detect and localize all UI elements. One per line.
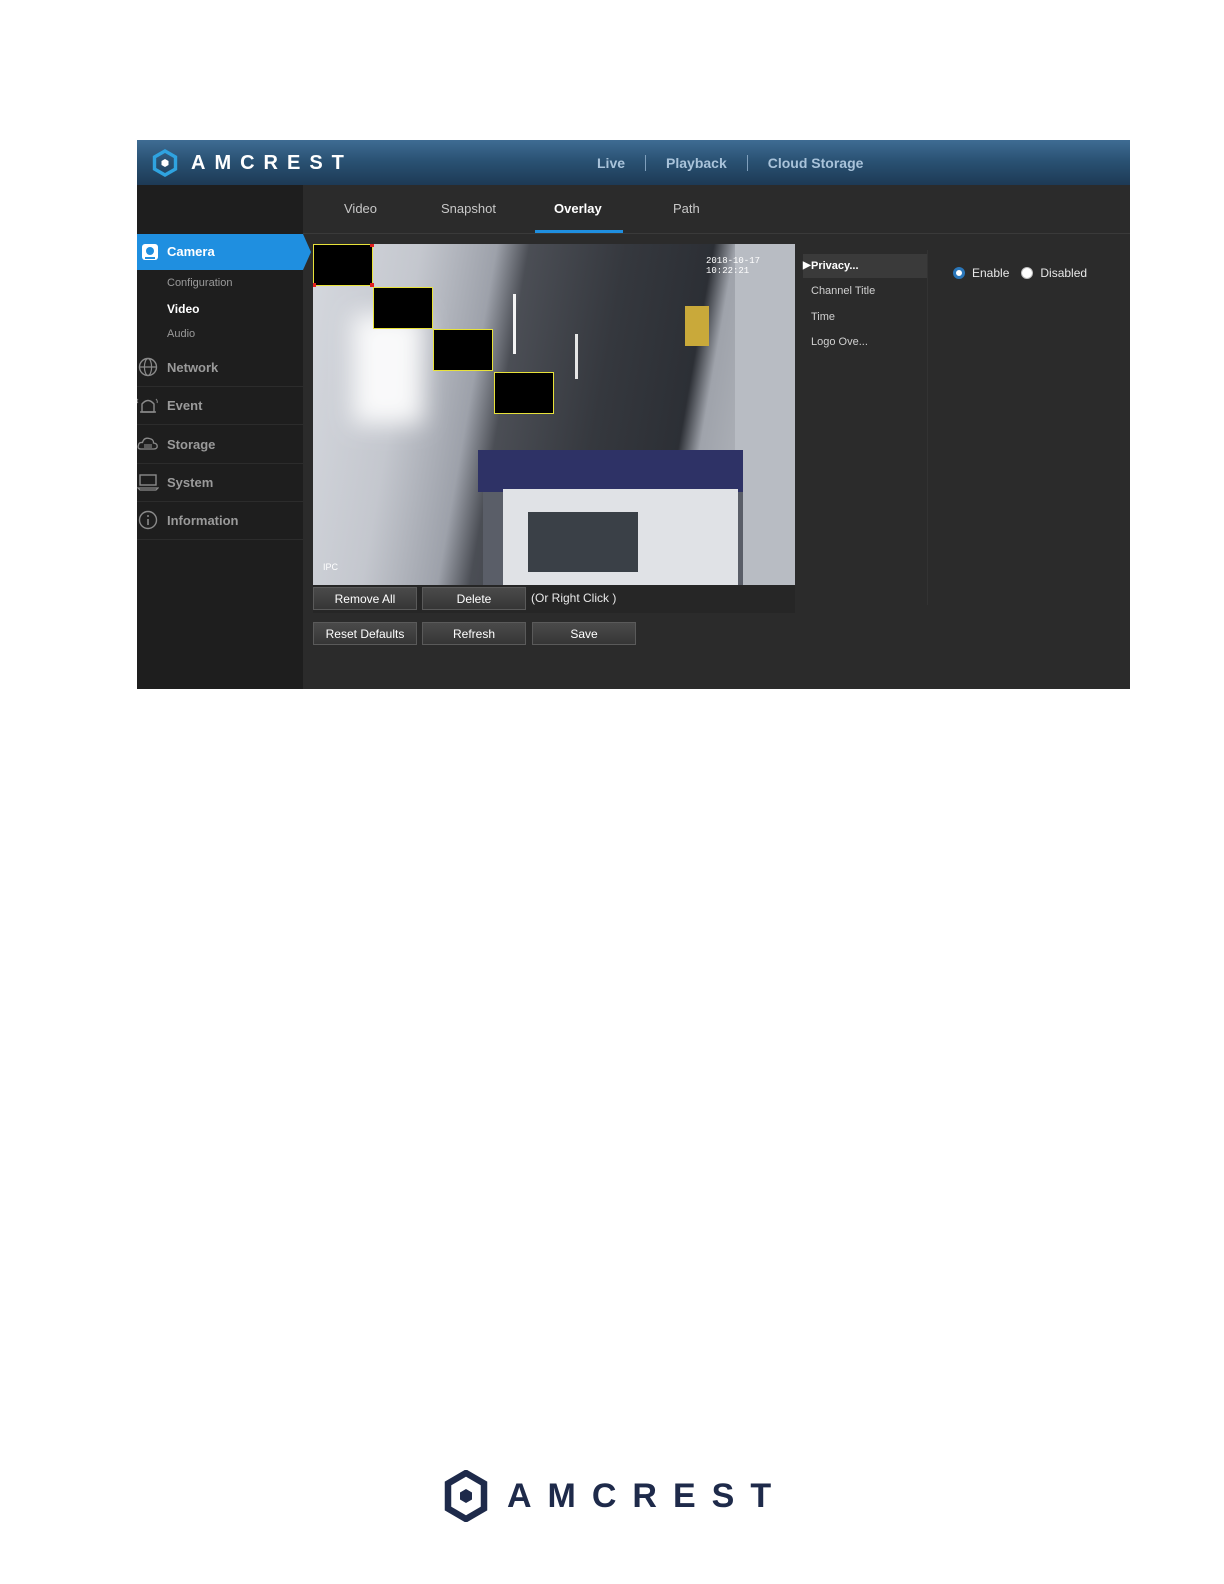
sidebar-item-label: Storage <box>167 437 216 452</box>
sidebar-item-label: Network <box>167 360 219 375</box>
tab-video[interactable]: Video <box>344 201 377 216</box>
overlay-item-label: Logo Ove... <box>811 336 868 348</box>
sidebar-sub-audio[interactable]: Audio <box>167 328 195 340</box>
radio-label: Enable <box>972 266 1010 280</box>
privacy-mask-3[interactable] <box>433 329 493 371</box>
network-globe-icon <box>138 357 158 377</box>
privacy-mask-1[interactable] <box>313 244 374 287</box>
overlay-type-list: ▶ Privacy... Channel Title Time Logo Ove… <box>803 250 927 600</box>
sidebar-item-system[interactable]: System <box>137 463 303 502</box>
video-channel-label: IPC <box>323 562 339 572</box>
nav-playback[interactable]: Playback <box>646 155 747 171</box>
sidebar-item-information[interactable]: Information <box>137 501 303 540</box>
sidebar-item-label: Event <box>167 398 203 413</box>
save-button[interactable]: Save <box>532 622 636 645</box>
overlay-item-label: Privacy... <box>811 260 859 272</box>
privacy-mask-2[interactable] <box>373 287 433 329</box>
tab-path[interactable]: Path <box>673 201 700 216</box>
settings-tabs: Video Snapshot Overlay Path <box>303 185 1130 233</box>
video-scene <box>528 512 638 572</box>
camera-icon <box>142 244 158 260</box>
enable-radio[interactable]: Enable <box>953 266 1009 280</box>
active-tab-shape <box>137 234 311 270</box>
overlay-item-time[interactable]: Time <box>803 305 927 329</box>
brand-name: AMCREST <box>191 151 353 174</box>
video-timestamp: 2018-10-17 10:22:21 <box>706 256 761 276</box>
video-scene <box>575 334 578 379</box>
overlay-item-privacy[interactable]: ▶ Privacy... <box>803 254 927 278</box>
amcrest-logo-icon <box>444 1470 488 1522</box>
privacy-mask-4[interactable] <box>494 372 554 414</box>
tab-snapshot[interactable]: Snapshot <box>441 201 496 216</box>
overlay-item-label: Time <box>811 311 836 323</box>
disabled-radio[interactable]: Disabled <box>1021 266 1087 280</box>
list-divider <box>927 250 928 605</box>
info-icon <box>138 510 158 530</box>
radio-checked-icon <box>953 267 965 279</box>
tabs-divider <box>303 233 1130 234</box>
alarm-bell-icon <box>137 398 158 413</box>
sidebar-item-label: System <box>167 475 214 490</box>
nav-cloud-storage[interactable]: Cloud Storage <box>748 155 884 171</box>
video-scene <box>735 244 795 585</box>
top-navigation: Live Playback Cloud Storage <box>577 140 883 185</box>
sidebar-sub-video[interactable]: Video <box>167 302 199 316</box>
overlay-item-logo-overlay[interactable]: Logo Ove... <box>803 330 927 354</box>
video-scene <box>513 294 516 354</box>
refresh-button[interactable]: Refresh <box>422 622 526 645</box>
delete-button[interactable]: Delete <box>422 587 526 610</box>
sidebar: Camera Configuration Video Audio Network… <box>137 185 311 689</box>
laptop-icon <box>137 474 159 491</box>
radio-label: Disabled <box>1040 266 1088 280</box>
brand-logo[interactable]: AMCREST <box>151 149 353 177</box>
video-preview[interactable]: 2018-10-17 10:22:21 IPC <box>313 244 795 585</box>
overlay-item-label: Channel Title <box>811 285 876 297</box>
nav-live[interactable]: Live <box>577 155 645 171</box>
app-window: AMCREST Live Playback Cloud Storage Came… <box>137 140 1130 689</box>
top-bar: AMCREST Live Playback Cloud Storage <box>137 140 1130 185</box>
sidebar-item-network[interactable]: Network <box>137 348 303 387</box>
selected-arrow-icon: ▶ <box>803 260 811 271</box>
reset-defaults-button[interactable]: Reset Defaults <box>313 622 417 645</box>
tab-overlay[interactable]: Overlay <box>554 201 602 216</box>
video-scene <box>353 314 423 424</box>
cloud-storage-icon <box>137 437 158 450</box>
footer-brand-name: AMCREST <box>507 1476 788 1515</box>
overlay-item-channel-title[interactable]: Channel Title <box>803 279 927 303</box>
sidebar-item-camera[interactable]: Camera <box>137 234 311 270</box>
amcrest-logo-icon <box>152 149 178 177</box>
video-toolbar: Remove All Delete (Or Right Click ) <box>313 585 795 613</box>
sidebar-item-event[interactable]: Event <box>137 386 303 425</box>
video-scene <box>685 306 709 346</box>
sidebar-item-storage[interactable]: Storage <box>137 425 303 464</box>
radio-unchecked-icon <box>1021 267 1034 279</box>
footer-logo: AMCREST <box>443 1470 787 1522</box>
resize-handle[interactable] <box>370 244 374 247</box>
sidebar-item-label: Camera <box>167 244 215 259</box>
sidebar-sub-configuration[interactable]: Configuration <box>167 277 232 289</box>
privacy-enable-radio-group: Enable Disabled <box>953 265 1099 281</box>
resize-handle[interactable] <box>313 283 316 287</box>
remove-all-button[interactable]: Remove All <box>313 587 417 610</box>
sidebar-item-label: Information <box>167 513 239 528</box>
video-scene <box>478 450 743 492</box>
right-click-hint: (Or Right Click ) <box>531 591 617 605</box>
